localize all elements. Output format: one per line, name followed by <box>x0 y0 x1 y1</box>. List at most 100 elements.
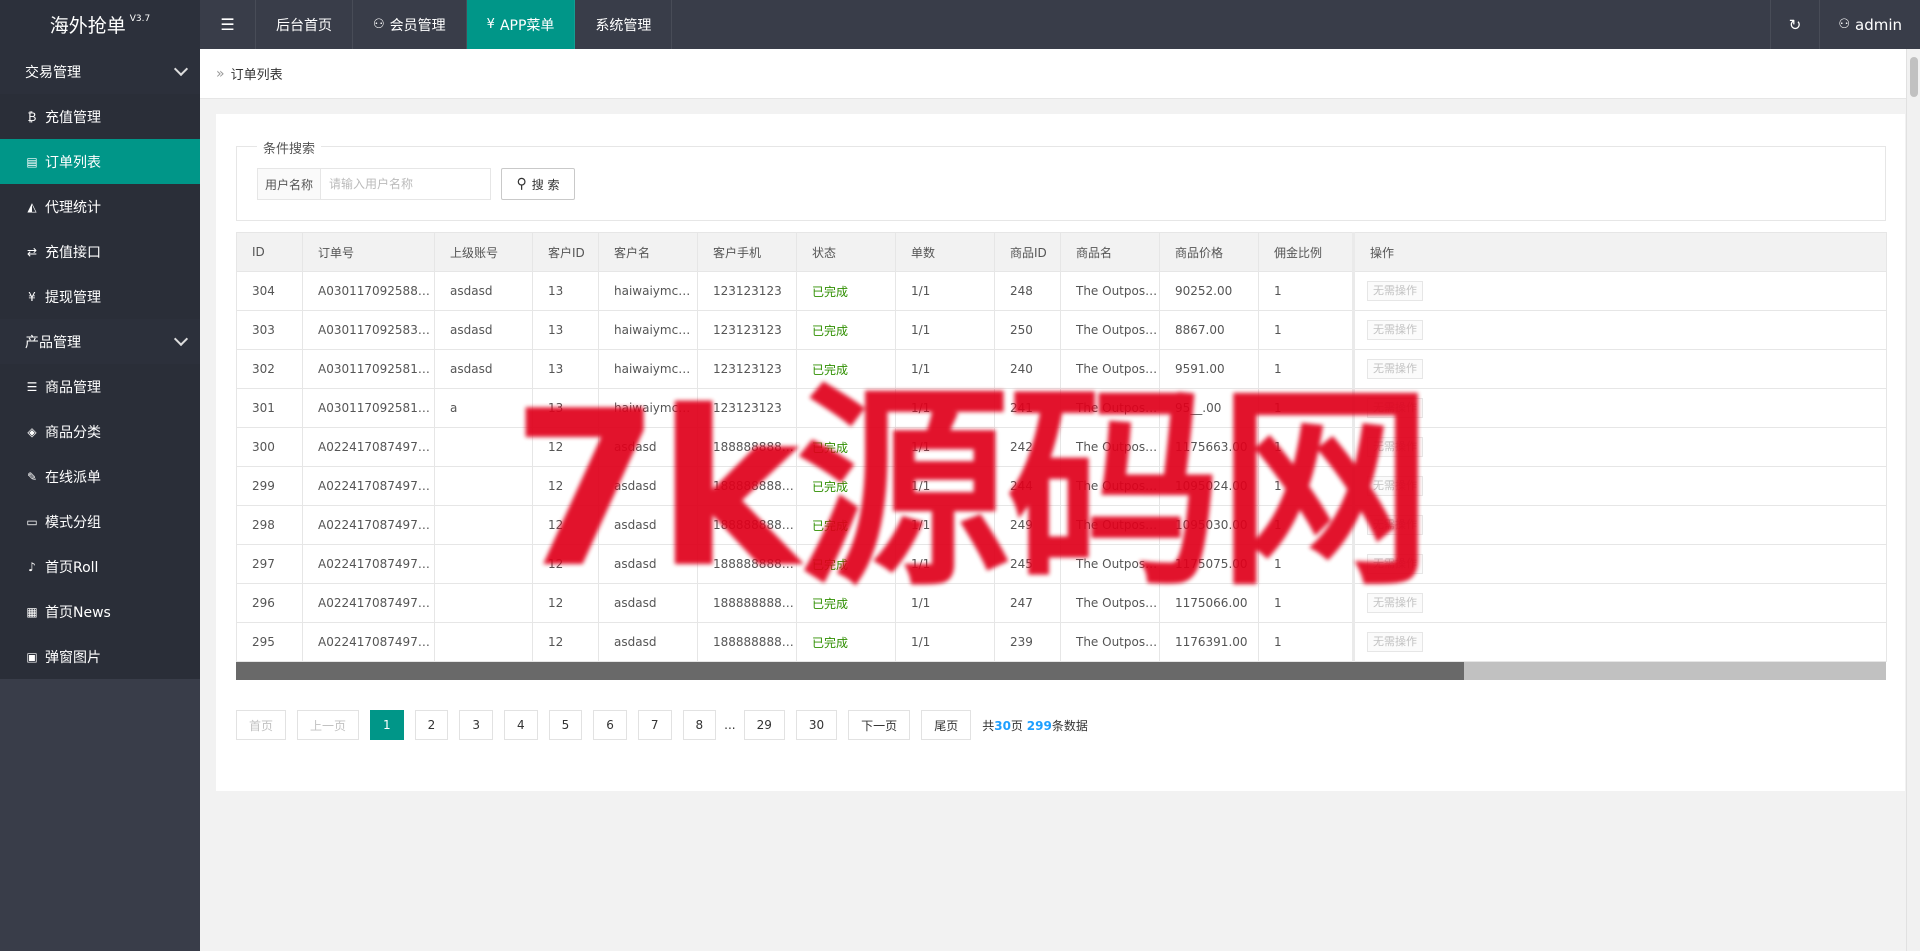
pager-page[interactable]: 6 <box>593 710 627 740</box>
no-action-button[interactable]: 无需操作 <box>1367 593 1423 613</box>
col-header[interactable]: ID <box>236 232 303 272</box>
sidebar-item-agent-stats[interactable]: ◭ 代理统计 <box>0 184 200 229</box>
sidebar-item-categories[interactable]: ◈ 商品分类 <box>0 409 200 454</box>
table-cell: The Outpost ... <box>1060 505 1160 545</box>
col-header[interactable]: 商品名 <box>1060 232 1160 272</box>
sidebar-item-mode-group[interactable]: ▭ 模式分组 <box>0 499 200 544</box>
table-cell: asdasd <box>598 505 698 545</box>
table-cell: 13 <box>532 388 599 428</box>
lines-icon: ☰ <box>26 379 38 394</box>
pager-page[interactable]: 1 <box>370 710 404 740</box>
no-action-button[interactable]: 无需操作 <box>1367 398 1423 418</box>
col-header[interactable]: 商品价格 <box>1159 232 1259 272</box>
table-cell: 已完成 <box>796 271 896 311</box>
pager-prev[interactable]: 上一页 <box>297 710 360 740</box>
sidebar-item-goods[interactable]: ☰ 商品管理 <box>0 364 200 409</box>
table-scrollbar-thumb[interactable] <box>236 662 1464 680</box>
image-icon: ▣ <box>26 649 38 664</box>
pager-page[interactable]: 5 <box>548 710 583 740</box>
pager-next[interactable]: 下一页 <box>848 710 911 740</box>
news-icon: ▦ <box>26 604 38 619</box>
col-header[interactable]: 单数 <box>895 232 995 272</box>
app-logo[interactable]: 海外抢单 V3.7 <box>0 0 200 49</box>
topnav-item-app-menu[interactable]: ¥ APP菜单 <box>466 0 576 49</box>
table-cell: 304 <box>236 271 303 311</box>
table-cell: The Outpost ... <box>1060 388 1160 428</box>
topnav-item-members[interactable]: ⚇ 会员管理 <box>353 0 467 49</box>
table-cell: 123123123 <box>697 271 797 311</box>
pager-last[interactable]: 尾页 <box>921 710 972 740</box>
table-cell: 无需操作 <box>1352 583 1887 623</box>
sidebar-group-trade[interactable]: 交易管理 <box>0 49 200 94</box>
table-cell: A03011709258154228 <box>302 349 435 389</box>
table-row: 301A03011709258140297a13haiwaiymcom12312… <box>236 388 1887 428</box>
table-cell: 123123123 <box>697 349 797 389</box>
table-cell: 无需操作 <box>1352 505 1887 545</box>
refresh-button[interactable]: ↻ <box>1769 0 1820 49</box>
user-menu[interactable]: ⚇ admin <box>1819 0 1920 49</box>
sidebar-item-recharge[interactable]: ₿ 充值管理 <box>0 94 200 139</box>
table-cell: 12 <box>532 583 599 623</box>
col-header[interactable]: 商品ID <box>994 232 1061 272</box>
no-action-button[interactable]: 无需操作 <box>1367 554 1423 574</box>
col-header[interactable]: 客户手机 <box>697 232 797 272</box>
page-scrollbar[interactable] <box>1906 49 1920 951</box>
breadcrumb-current[interactable]: 订单列表 <box>231 64 283 83</box>
sidebar-group-product[interactable]: 产品管理 <box>0 319 200 364</box>
exchange-icon: ⇄ <box>26 244 38 259</box>
table-cell: 296 <box>236 583 303 623</box>
no-action-button[interactable]: 无需操作 <box>1367 515 1423 535</box>
table-horizontal-scrollbar[interactable] <box>236 662 1886 680</box>
no-action-button[interactable]: 无需操作 <box>1367 476 1423 496</box>
page-scrollbar-thumb[interactable] <box>1910 57 1918 97</box>
table-cell: asdasd <box>598 622 698 662</box>
pager-ellipsis: ... <box>724 718 736 732</box>
table-cell: A02241708749717339 <box>302 583 435 623</box>
no-action-button[interactable]: 无需操作 <box>1367 437 1423 457</box>
bitcoin-icon: ₿ <box>27 109 37 124</box>
table-cell: asdasd <box>598 427 698 467</box>
pager-page[interactable]: 29 <box>743 710 785 740</box>
menu-toggle-button[interactable]: ☰ <box>200 0 256 49</box>
table-cell: haiwaiymcom <box>598 388 698 428</box>
topnav-item-home[interactable]: 后台首页 <box>256 0 353 49</box>
pager-page[interactable]: 3 <box>459 710 493 740</box>
table-cell: 1/1 <box>895 388 995 428</box>
pager-page[interactable]: 2 <box>414 710 449 740</box>
col-header[interactable]: 状态 <box>796 232 896 272</box>
no-action-button[interactable]: 无需操作 <box>1367 359 1423 379</box>
sidebar-item-orders[interactable]: ▤ 订单列表 <box>0 139 200 184</box>
sidebar-item-home-news[interactable]: ▦ 首页News <box>0 589 200 634</box>
pager-page[interactable]: 4 <box>503 710 538 740</box>
col-header[interactable]: 客户名 <box>598 232 698 272</box>
col-header[interactable]: 佣金比例 <box>1258 232 1354 272</box>
refresh-icon: ↻ <box>1788 15 1802 34</box>
col-header[interactable]: 操作 <box>1352 232 1887 272</box>
table-cell: 已完成 <box>796 349 896 389</box>
no-action-button[interactable]: 无需操作 <box>1367 281 1423 301</box>
sidebar-item-home-roll[interactable]: ♪ 首页Roll <box>0 544 200 589</box>
pager-page[interactable]: 8 <box>682 710 717 740</box>
table-cell: 已完成 <box>796 583 896 623</box>
table-cell: asdasd <box>434 349 533 389</box>
col-header[interactable]: 客户ID <box>532 232 599 272</box>
col-header[interactable]: 上级账号 <box>434 232 533 272</box>
sidebar-item-popup-image[interactable]: ▣ 弹窗图片 <box>0 634 200 679</box>
search-button[interactable]: ⚲ 搜 索 <box>501 168 575 200</box>
pager-page[interactable]: 7 <box>637 710 672 740</box>
username-search-input[interactable] <box>321 168 491 200</box>
pager-first[interactable]: 首页 <box>236 710 287 740</box>
pager-page[interactable]: 30 <box>795 710 838 740</box>
table-cell: 250 <box>994 310 1061 350</box>
no-action-button[interactable]: 无需操作 <box>1367 632 1423 652</box>
table-cell: asdasd <box>598 583 698 623</box>
topnav-item-system[interactable]: 系统管理 <box>575 0 673 49</box>
no-action-button[interactable]: 无需操作 <box>1367 320 1423 340</box>
pagination: 首页 上一页 1 2 3 4 5 6 7 8 ... 29 30 下一页 尾页 … <box>236 710 1088 740</box>
sidebar-item-withdraw[interactable]: ¥ 提现管理 <box>0 274 200 319</box>
table-cell: A03011709258140297 <box>302 388 435 428</box>
table-cell: 300 <box>236 427 303 467</box>
sidebar-item-dispatch[interactable]: ✎ 在线派单 <box>0 454 200 499</box>
col-header[interactable]: 订单号 <box>302 232 435 272</box>
sidebar-item-recharge-api[interactable]: ⇄ 充值接口 <box>0 229 200 274</box>
